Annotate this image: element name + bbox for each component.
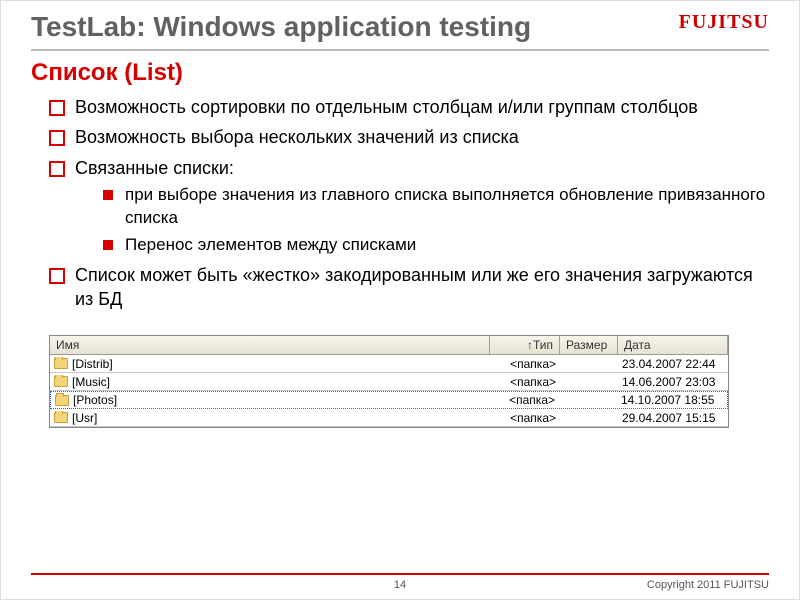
col-size[interactable]: Размер: [560, 336, 618, 354]
copyright: Copyright 2011 FUJITSU: [647, 579, 769, 591]
folder-icon: [54, 376, 68, 387]
file-list: Имя ↑Тип Размер Дата [Distrib] <папка> 2…: [49, 335, 729, 428]
col-name[interactable]: Имя: [50, 336, 490, 354]
col-date[interactable]: Дата: [618, 336, 728, 354]
bullet-text: Возможность выбора нескольких значений и…: [75, 127, 519, 147]
sub-list: при выборе значения из главного списка в…: [75, 184, 769, 257]
bullet-text: Возможность сортировки по отдельным стол…: [75, 97, 698, 117]
bullet-text: Связанные списки:: [75, 158, 234, 178]
table-row[interactable]: [Distrib] <папка> 23.04.2007 22:44: [50, 355, 728, 373]
slide-title: TestLab: Windows application testing: [31, 11, 531, 43]
sub-bullet: при выборе значения из главного списка в…: [103, 184, 769, 230]
slide: TestLab: Windows application testing FUJ…: [0, 0, 800, 600]
bullet-item: Возможность сортировки по отдельным стол…: [49, 95, 769, 119]
table-row[interactable]: [Usr] <папка> 29.04.2007 15:15: [50, 409, 728, 427]
bullet-list: Возможность сортировки по отдельным стол…: [31, 95, 769, 311]
bullet-item: Связанные списки: при выборе значения из…: [49, 156, 769, 257]
fujitsu-logo: FUJITSU: [679, 11, 769, 34]
col-type[interactable]: ↑Тип: [490, 336, 560, 354]
sub-bullet: Перенос элементов между списками: [103, 234, 769, 257]
header: TestLab: Windows application testing FUJ…: [31, 11, 769, 51]
bullet-item: Возможность выбора нескольких значений и…: [49, 125, 769, 149]
folder-icon: [54, 412, 68, 423]
table-row[interactable]: [Photos] <папка> 14.10.2007 18:55: [50, 391, 728, 409]
section-heading: Список (List): [31, 59, 769, 87]
table-header: Имя ↑Тип Размер Дата: [50, 336, 728, 355]
table-row[interactable]: [Music] <папка> 14.06.2007 23:03: [50, 373, 728, 391]
page-number: 14: [394, 579, 406, 591]
folder-icon: [55, 395, 69, 406]
footer: 14 Copyright 2011 FUJITSU: [31, 573, 769, 591]
folder-icon: [54, 358, 68, 369]
bullet-item: Список может быть «жестко» закодированны…: [49, 263, 769, 312]
bullet-text: Список может быть «жестко» закодированны…: [75, 265, 753, 309]
